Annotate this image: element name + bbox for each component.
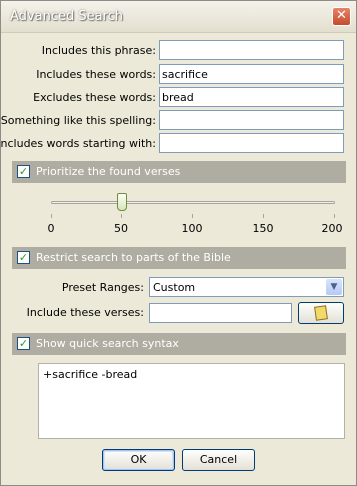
phrase-label: Includes this phrase: (41, 44, 156, 57)
checkmark-icon: ✓ (18, 251, 29, 264)
restrict-section: ✓ Restrict search to parts of the Bible (12, 247, 346, 269)
phrase-row: Includes this phrase: (4, 40, 353, 62)
slider-tick (334, 214, 335, 218)
verse-picker-button[interactable] (298, 302, 344, 324)
prioritize-section: ✓ Prioritize the found verses (12, 161, 346, 183)
slider-tick-label: 50 (114, 222, 128, 235)
restrict-label: Restrict search to parts of the Bible (36, 251, 231, 264)
exclude-words-label: Excludes these words: (33, 91, 156, 104)
slider-tick (263, 214, 264, 218)
spelling-label: Something like this spelling: (0, 114, 156, 127)
advanced-search-dialog: Advanced Search ✕ Includes this phrase: … (0, 0, 357, 486)
spelling-input[interactable] (159, 110, 344, 130)
spelling-row: Something like this spelling: (0, 110, 353, 132)
syntax-section: ✓ Show quick search syntax (12, 333, 346, 355)
include-words-input[interactable]: sacrifice (159, 64, 344, 84)
slider-tick (192, 214, 193, 218)
include-words-row: Includes these words: sacrifice (4, 64, 353, 86)
checkmark-icon: ✓ (18, 165, 29, 178)
phrase-input[interactable] (159, 40, 344, 60)
include-verses-input[interactable] (149, 303, 292, 323)
exclude-words-input[interactable]: bread (159, 87, 344, 107)
starting-with-label: Includes words starting with: (0, 137, 156, 150)
dialog-content: Includes this phrase: Includes these wor… (0, 33, 353, 482)
checkmark-icon: ✓ (18, 337, 29, 350)
syntax-checkbox[interactable]: ✓ (17, 337, 30, 350)
include-verses-label: Include these verses: (26, 306, 144, 319)
slider-tick (51, 214, 52, 218)
include-words-label: Includes these words: (36, 68, 156, 81)
preset-ranges-value: Custom (153, 281, 196, 294)
preset-ranges-label: Preset Ranges: (61, 281, 144, 294)
exclude-words-row: Excludes these words: bread (4, 87, 353, 109)
slider-tick-label: 150 (252, 222, 274, 235)
syntax-label: Show quick search syntax (36, 337, 179, 350)
cancel-button[interactable]: Cancel (182, 449, 255, 471)
chevron-down-icon[interactable]: ▼ (326, 279, 342, 295)
ok-button[interactable]: OK (102, 449, 175, 471)
title-bar[interactable]: Advanced Search ✕ (1, 1, 356, 33)
priority-slider-track[interactable] (51, 201, 335, 204)
priority-slider-thumb[interactable] (116, 193, 127, 211)
preset-ranges-select[interactable]: Custom ▼ (149, 277, 344, 297)
window-title: Advanced Search (10, 9, 124, 24)
restrict-checkbox[interactable]: ✓ (17, 251, 30, 264)
prioritize-checkbox[interactable]: ✓ (17, 165, 30, 178)
prioritize-label: Prioritize the found verses (36, 165, 181, 178)
close-button[interactable]: ✕ (332, 7, 351, 26)
close-icon: ✕ (336, 8, 347, 23)
slider-tick-label: 0 (47, 222, 55, 235)
slider-tick-label: 200 (321, 222, 343, 235)
book-icon (314, 305, 328, 321)
slider-tick-label: 100 (181, 222, 203, 235)
starting-with-row: Includes words starting with: (0, 133, 353, 155)
slider-tick (121, 214, 122, 218)
starting-with-input[interactable] (159, 133, 344, 153)
quick-search-syntax-box[interactable]: +sacrifice -bread (38, 363, 345, 439)
